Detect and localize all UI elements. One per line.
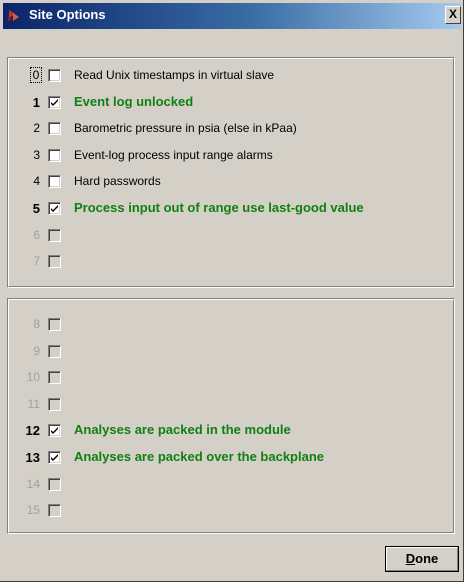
option-checkbox-3[interactable]	[48, 148, 61, 162]
option-number: 7	[33, 254, 40, 269]
option-checkbox-15	[48, 504, 61, 518]
options-group-8-15: 8 9 10 11 12 Analyses are packed in the modul…	[7, 298, 455, 534]
option-checkbox-10	[48, 371, 61, 385]
option-number: 14	[26, 476, 40, 491]
site-options-dialog: Site Options X 0 Read Unix timestamps in …	[0, 0, 464, 582]
option-number: 9	[33, 343, 40, 358]
option-row-13[interactable]: 13 Analyses are packed over the backplane	[8, 448, 454, 468]
option-checkbox-9	[48, 344, 61, 358]
option-row-9: 9	[8, 342, 454, 362]
option-number: 13	[25, 450, 40, 465]
option-label[interactable]: Read Unix timestamps in virtual slave	[74, 68, 274, 82]
option-number: 1	[32, 94, 40, 110]
option-row-2[interactable]: 2 Barometric pressure in psia (else in kP…	[8, 119, 454, 139]
close-button[interactable]: X	[445, 6, 461, 24]
option-row-8: 8	[8, 315, 454, 335]
option-number: 3	[33, 147, 40, 162]
option-row-4[interactable]: 4 Hard passwords	[8, 172, 454, 192]
option-checkbox-14	[48, 477, 61, 491]
option-row-11: 11	[8, 395, 454, 415]
option-label[interactable]: Event log unlocked	[74, 94, 193, 109]
option-label[interactable]: Analyses are packed over the backplane	[74, 449, 324, 464]
option-checkbox-6	[48, 228, 61, 242]
option-number: 0	[30, 67, 42, 83]
option-checkbox-7	[48, 255, 61, 269]
option-checkbox-5[interactable]	[48, 202, 61, 215]
option-number: 11	[27, 396, 40, 411]
option-number: 5	[32, 201, 40, 216]
app-logo-icon	[8, 10, 19, 22]
option-label[interactable]: Process input out of range use last-good…	[74, 200, 364, 215]
option-checkbox-8	[48, 318, 61, 331]
option-row-10: 10	[8, 368, 454, 388]
done-label: one	[415, 551, 439, 566]
option-row-7: 7	[8, 252, 454, 272]
option-row-15: 15	[8, 501, 454, 521]
option-checkbox-13[interactable]	[48, 451, 61, 464]
option-checkbox-0[interactable]	[48, 69, 61, 82]
option-label[interactable]: Hard passwords	[74, 174, 161, 188]
option-label[interactable]: Analyses are packed in the module	[74, 422, 291, 437]
option-number: 6	[33, 227, 40, 242]
checkmark-icon	[51, 205, 58, 212]
option-checkbox-1[interactable]	[48, 95, 61, 109]
option-number: 15	[26, 503, 40, 518]
option-number: 8	[33, 317, 40, 331]
option-checkbox-4[interactable]	[48, 175, 61, 189]
option-checkbox-11	[48, 397, 61, 411]
option-checkbox-2[interactable]	[48, 122, 61, 136]
option-checkbox-12[interactable]	[48, 424, 61, 438]
window-title: Site Options	[29, 7, 106, 22]
option-row-14: 14	[8, 475, 454, 495]
done-button[interactable]: Done	[385, 546, 459, 572]
option-number: 2	[33, 121, 40, 136]
option-number: 10	[26, 370, 40, 385]
option-label[interactable]: Event-log process input range alarms	[74, 148, 273, 162]
option-label[interactable]: Barometric pressure in psia (else in kPa…	[74, 121, 297, 135]
checkmark-icon	[51, 98, 58, 106]
option-row-1[interactable]: 1 Event log unlocked	[8, 93, 454, 113]
option-row-5[interactable]: 5 Process input out of range use last-goo…	[8, 199, 454, 219]
option-row-6: 6	[8, 226, 454, 246]
option-row-12[interactable]: 12 Analyses are packed in the module	[8, 421, 454, 441]
checkmark-icon	[51, 454, 58, 461]
option-number: 12	[25, 423, 40, 439]
options-group-0-7: 0 Read Unix timestamps in virtual slave 1 E…	[7, 57, 455, 288]
done-accelerator: D	[405, 551, 416, 566]
title-bar[interactable]: Site Options X	[3, 3, 461, 29]
option-number: 4	[33, 174, 40, 189]
checkmark-icon	[51, 427, 58, 435]
option-row-0[interactable]: 0 Read Unix timestamps in virtual slave	[8, 66, 454, 86]
option-row-3[interactable]: 3 Event-log process input range alarms	[8, 146, 454, 166]
